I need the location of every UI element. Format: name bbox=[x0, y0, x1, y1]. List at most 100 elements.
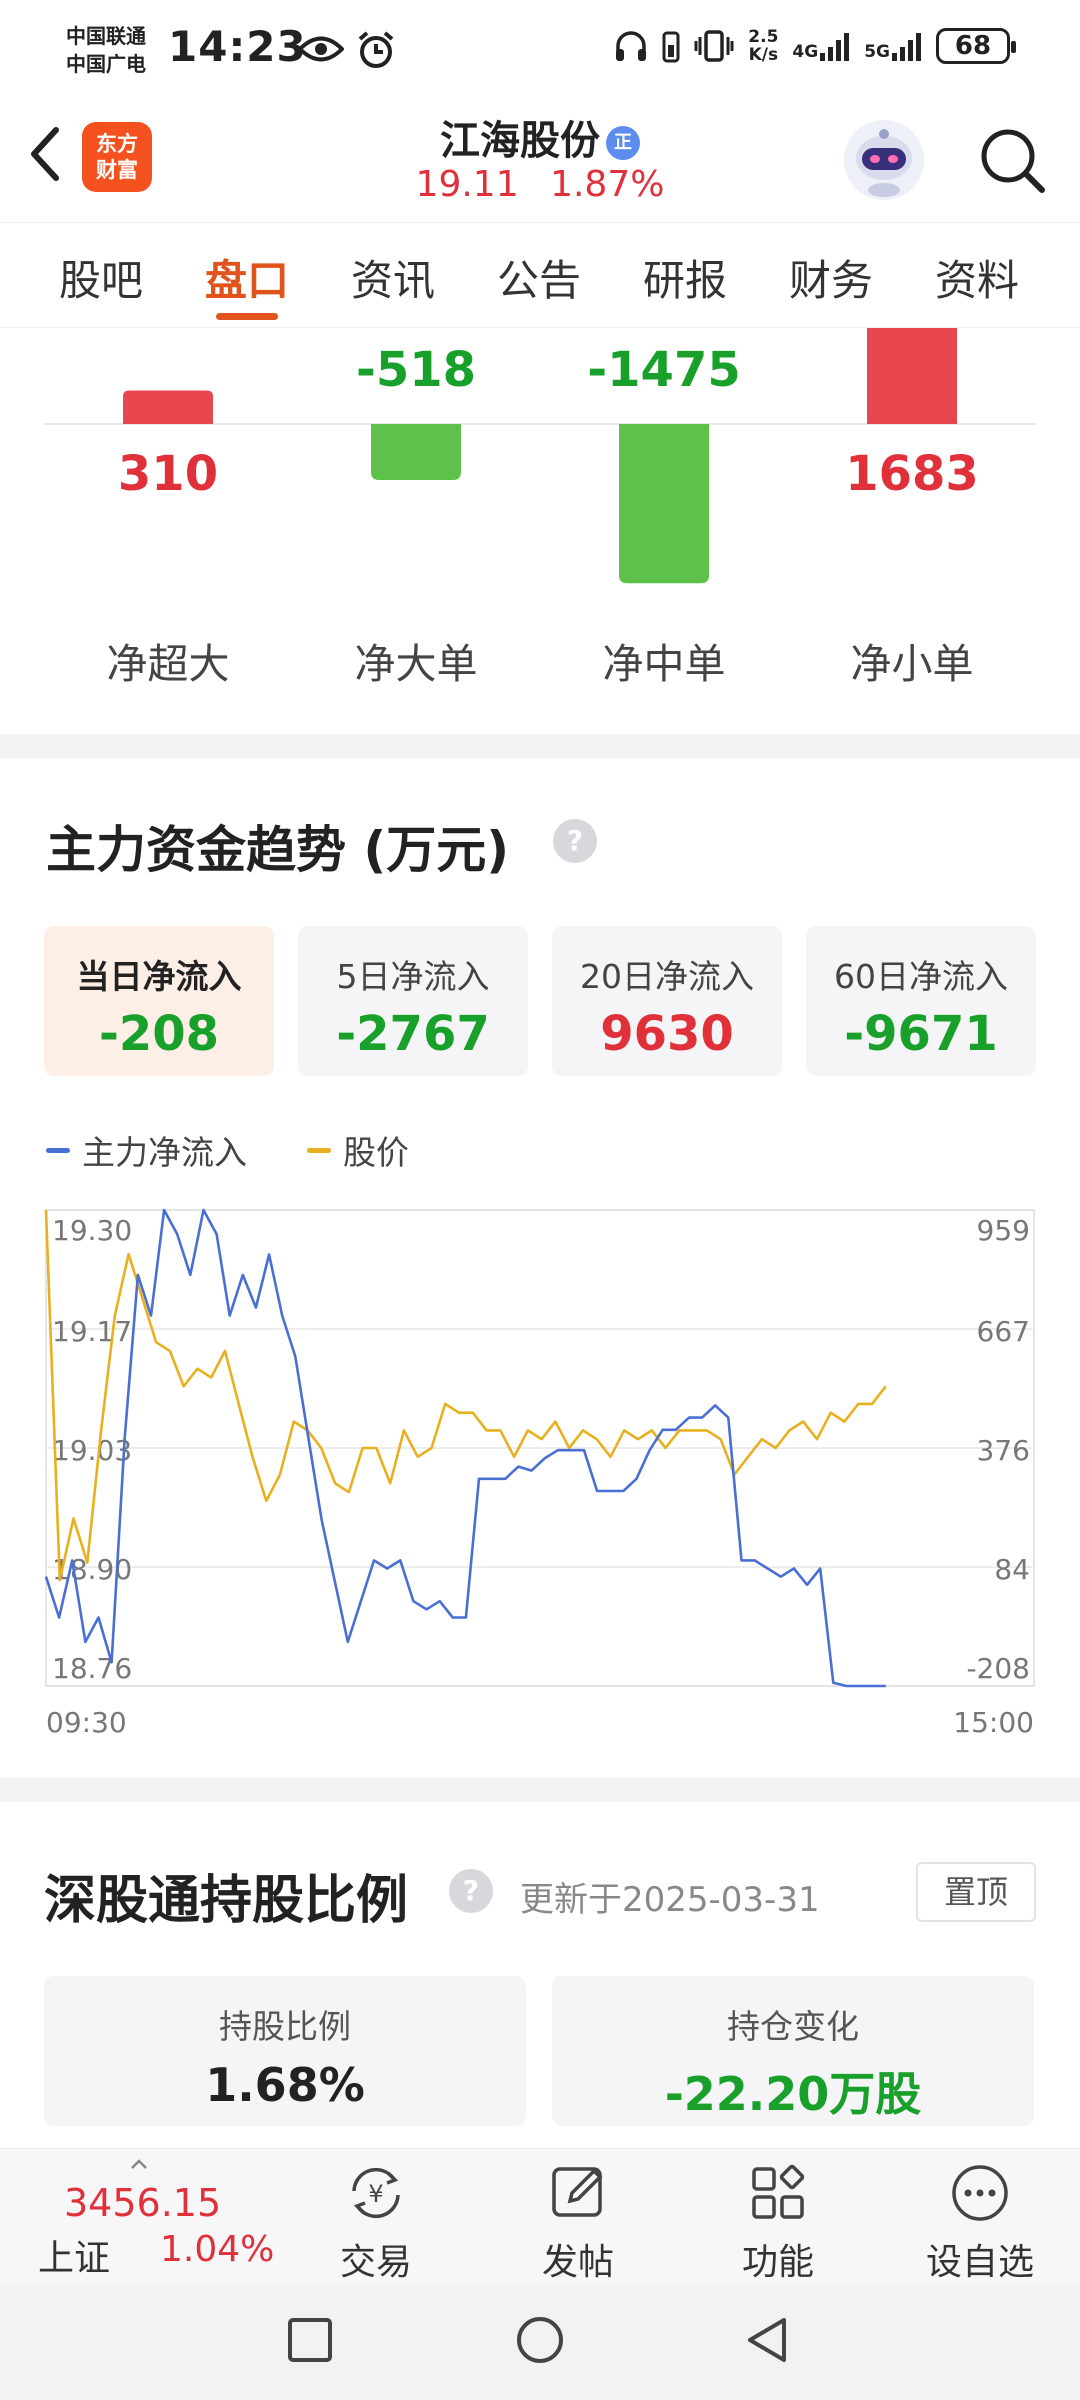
flow-bar bbox=[867, 328, 957, 424]
right-tick-label: 84 bbox=[994, 1553, 1030, 1586]
card-label: 60日净流入 bbox=[834, 957, 1008, 996]
tab-guba[interactable]: 股吧 bbox=[36, 247, 166, 308]
right-tick-label: -208 bbox=[966, 1652, 1030, 1685]
holding-ratio-card: 持股比例 1.68% bbox=[44, 1976, 526, 2126]
add-watchlist-label: 设自选 bbox=[925, 2242, 1034, 2283]
left-tick-label: 19.03 bbox=[52, 1434, 132, 1467]
price-line bbox=[44, 1209, 887, 1582]
tab-news[interactable]: 资讯 bbox=[328, 247, 458, 308]
eye-icon bbox=[298, 36, 344, 62]
flow-bar-value: -518 bbox=[356, 342, 476, 398]
carrier-label: 中国联通 中国广电 bbox=[66, 22, 146, 78]
tab-finance[interactable]: 财务 bbox=[766, 247, 896, 308]
index-name[interactable]: 上证 bbox=[38, 2229, 110, 2281]
flow-card-today[interactable]: 当日净流入 -208 bbox=[44, 926, 274, 1076]
flow-bar bbox=[371, 424, 461, 480]
signal-bars-icon bbox=[820, 33, 850, 61]
bottom-toolbar: 3456.15 上证 1.04% ¥ 交易 发帖 功能 设自选 bbox=[0, 2148, 1080, 2284]
home-button[interactable] bbox=[514, 2314, 566, 2366]
flow-label: 净大单 bbox=[354, 640, 478, 688]
signal-5g: 5G bbox=[864, 31, 922, 61]
holding-ratio-label: 持股比例 bbox=[219, 2007, 351, 2046]
card-value: -9671 bbox=[844, 1006, 998, 1062]
trade-label: 交易 bbox=[339, 2242, 412, 2283]
card-label: 20日净流入 bbox=[580, 957, 754, 996]
vibrate-icon bbox=[694, 30, 734, 62]
assistant-robot-icon[interactable] bbox=[842, 118, 926, 202]
net-flow-bars: 310 -518 -1475 1683 bbox=[44, 328, 1036, 584]
speed-unit: K/s bbox=[748, 45, 779, 65]
net-flow-section: 310 -518 -1475 1683 净超大 净大单 净中单 净小单 bbox=[0, 328, 1080, 728]
holding-change-value: -22.20万股 bbox=[664, 2067, 922, 2121]
help-icon[interactable]: ? bbox=[448, 1868, 494, 1914]
flow-bar-value: 1683 bbox=[845, 446, 979, 502]
recent-apps-button[interactable] bbox=[286, 2314, 334, 2366]
update-date: 更新于2025-03-31 bbox=[520, 1880, 820, 1920]
left-tick-label: 19.30 bbox=[52, 1214, 132, 1247]
headphone-icon bbox=[616, 31, 647, 61]
tab-pankou[interactable]: 盘口 bbox=[182, 247, 312, 320]
function-icon bbox=[752, 2164, 805, 2219]
post-label: 发帖 bbox=[541, 2242, 614, 2283]
back-nav-button[interactable] bbox=[744, 2314, 792, 2366]
svg-text:¥: ¥ bbox=[368, 2180, 383, 2208]
signal-4g: 4G bbox=[792, 31, 850, 61]
margin-badge: 正 bbox=[606, 126, 640, 160]
speed-value: 2.5 bbox=[748, 27, 779, 47]
stock-header: 东方 财富 江海股份正 19.11 1.87% bbox=[0, 100, 1080, 222]
battery-indicator: 68 bbox=[936, 28, 1016, 64]
tab-bar: 股吧 盘口 资讯 公告 研报 财务 资料 bbox=[0, 222, 1080, 328]
trend-chart: 19.30 959 19.17 667 19.03 376 18.90 84 18.76 -208… bbox=[0, 1196, 1080, 1756]
chart-legend: 主力净流入 股价 bbox=[46, 1126, 409, 1174]
flow-bar bbox=[619, 424, 709, 584]
svg-text:?: ? bbox=[567, 824, 583, 857]
post-icon bbox=[552, 2167, 603, 2217]
legend-swatch-flow bbox=[46, 1147, 70, 1153]
system-nav-bar bbox=[0, 2284, 1080, 2400]
index-value[interactable]: 3456.15 bbox=[64, 2181, 221, 2225]
net-4g-label: 4G bbox=[792, 42, 819, 62]
trade-button[interactable]: ¥ 交易 bbox=[306, 2161, 446, 2285]
legend-swatch-price bbox=[307, 1147, 331, 1153]
search-button[interactable] bbox=[978, 126, 1048, 196]
flow-label: 净小单 bbox=[850, 640, 974, 688]
stock-change-pct: 1.87% bbox=[550, 164, 665, 205]
holding-change-card: 持仓变化 -22.20万股 bbox=[552, 1976, 1034, 2126]
trend-title: 主力资金趋势 (万元) bbox=[46, 821, 510, 879]
left-tick-label: 18.76 bbox=[52, 1652, 132, 1685]
right-tick-label: 959 bbox=[977, 1214, 1030, 1247]
carrier-line-2: 中国广电 bbox=[66, 52, 146, 76]
flow-card-20d[interactable]: 20日净流入 9630 bbox=[552, 926, 782, 1076]
card-label: 当日净流入 bbox=[76, 957, 242, 996]
pin-top-button[interactable]: 置顶 bbox=[916, 1862, 1036, 1922]
flow-card-60d[interactable]: 60日净流入 -9671 bbox=[806, 926, 1036, 1076]
index-change[interactable]: 1.04% bbox=[160, 2229, 274, 2270]
tab-profile[interactable]: 资料 bbox=[912, 247, 1042, 308]
stock-price: 19.11 bbox=[415, 164, 519, 205]
right-tick-label: 376 bbox=[977, 1434, 1030, 1467]
tab-research[interactable]: 研报 bbox=[620, 247, 750, 308]
status-time: 14:23 bbox=[168, 22, 307, 71]
function-button[interactable]: 功能 bbox=[708, 2161, 848, 2285]
network-speed: 2.5 K/s bbox=[748, 28, 778, 64]
flow-card-5d[interactable]: 5日净流入 -2767 bbox=[298, 926, 528, 1076]
post-button[interactable]: 发帖 bbox=[508, 2161, 648, 2285]
carrier-line-1: 中国联通 bbox=[66, 24, 146, 48]
add-watchlist-button[interactable]: 设自选 bbox=[910, 2161, 1050, 2285]
help-icon[interactable]: ? bbox=[552, 818, 598, 864]
trade-icon: ¥ bbox=[352, 2167, 400, 2219]
function-label: 功能 bbox=[741, 2242, 814, 2283]
card-value: -2767 bbox=[336, 1006, 490, 1062]
legend-price-label: 股价 bbox=[343, 1133, 409, 1172]
flow-bar-value: -1475 bbox=[587, 342, 741, 398]
flow-label: 净超大 bbox=[106, 640, 230, 688]
tab-announcements[interactable]: 公告 bbox=[474, 247, 604, 308]
section-divider bbox=[0, 1778, 1080, 1802]
holding-change-label: 持仓变化 bbox=[727, 2007, 859, 2046]
alarm-icon bbox=[358, 31, 394, 68]
x-end-label: 15:00 bbox=[953, 1706, 1034, 1739]
signal-bars-icon bbox=[892, 33, 921, 61]
more-icon bbox=[952, 2165, 1008, 2221]
hk-connect-title: 深股通持股比例 bbox=[44, 1871, 409, 1931]
x-start-label: 09:30 bbox=[46, 1706, 127, 1739]
